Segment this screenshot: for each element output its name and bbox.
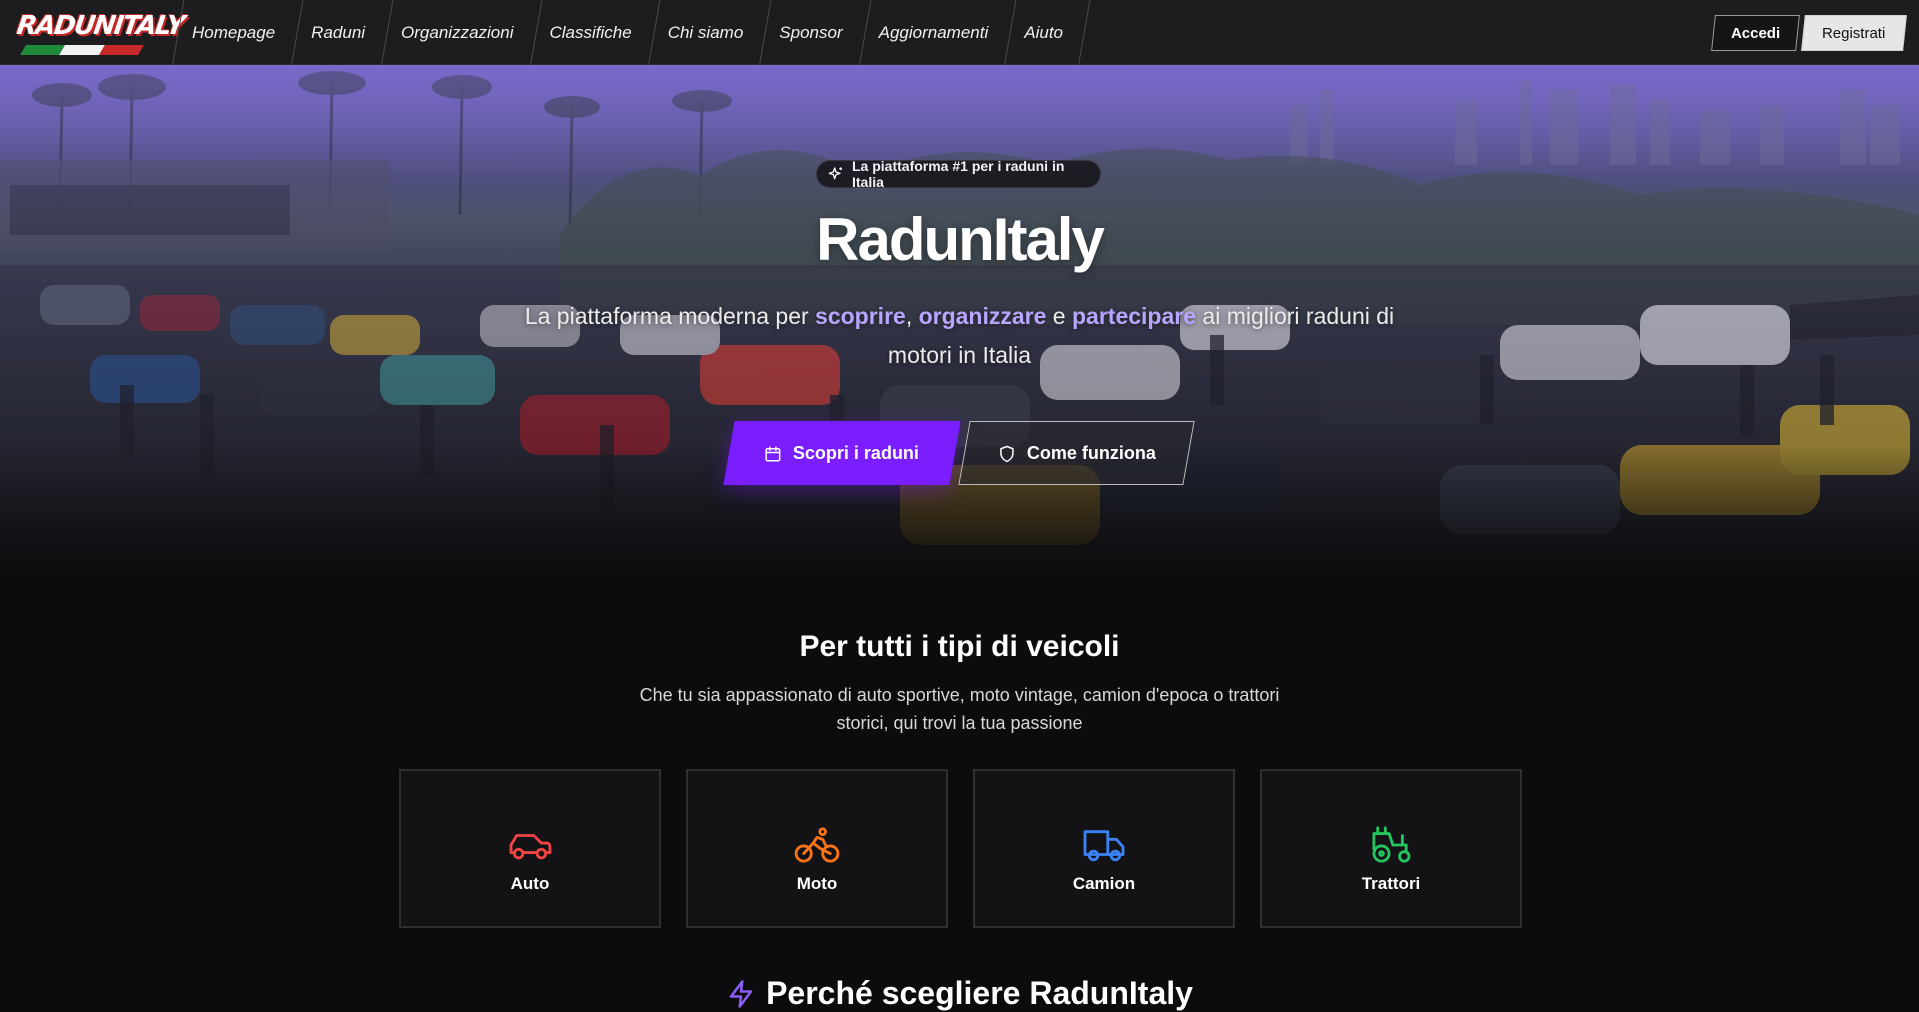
why-choose-section-title: Perché scegliere RadunItaly xyxy=(0,975,1919,1012)
nav-link-chi-siamo[interactable]: Chi siamo xyxy=(648,0,760,65)
shield-icon xyxy=(999,444,1014,462)
vehicle-card-label: Auto xyxy=(510,874,550,893)
main-nav: Homepage Raduni Organizzazioni Classific… xyxy=(172,0,1079,65)
discover-rallies-button[interactable]: Scopri i raduni xyxy=(723,421,961,485)
vehicle-card-auto[interactable]: Auto xyxy=(399,769,661,928)
register-button[interactable]: Registrati xyxy=(1801,15,1907,51)
car-icon xyxy=(509,834,552,860)
why-choose-title-text: Perché scegliere RadunItaly xyxy=(766,975,1193,1011)
register-button-label: Registrati xyxy=(1822,24,1886,42)
italian-flag-stripe xyxy=(20,45,144,55)
nav-link-aiuto[interactable]: Aiuto xyxy=(1004,0,1079,65)
tractor-icon xyxy=(1372,826,1411,863)
how-it-works-button[interactable]: Come funziona xyxy=(958,421,1195,485)
vehicles-section-description: Che tu sia appassionato di auto sportive… xyxy=(639,685,1280,733)
calendar-icon xyxy=(765,445,781,461)
discover-rallies-label: Scopri i raduni xyxy=(793,442,920,463)
nav-link-homepage[interactable]: Homepage xyxy=(172,0,291,65)
nav-link-classifiche[interactable]: Classifiche xyxy=(530,0,648,65)
login-button-label: Accedi xyxy=(1730,24,1781,42)
subtitle-text-3: e xyxy=(1046,303,1072,329)
nav-link-sponsor[interactable]: Sponsor xyxy=(759,0,858,65)
nav-link-aggiornamenti[interactable]: Aggiornamenti xyxy=(859,0,1005,65)
vehicle-card-label: Moto xyxy=(796,874,838,893)
vehicle-card-label: Camion xyxy=(1072,874,1136,893)
logo-text: RADUNITALY xyxy=(14,11,186,41)
hero-subtitle: La piattaforma moderna per scoprire, org… xyxy=(510,297,1409,375)
hero-section: La piattaforma #1 per i raduni in Italia… xyxy=(0,65,1919,580)
sparkles-icon xyxy=(828,167,842,180)
subtitle-text-1: La piattaforma moderna per xyxy=(524,303,816,329)
nav-link-organizzazioni[interactable]: Organizzazioni xyxy=(381,0,529,65)
subtitle-highlight-organizzare: organizzare xyxy=(918,303,1047,329)
nav-link-raduni[interactable]: Raduni xyxy=(291,0,381,65)
subtitle-highlight-partecipare: partecipare xyxy=(1072,303,1197,329)
vehicle-card-moto[interactable]: Moto xyxy=(686,769,948,928)
subtitle-text-2: , xyxy=(905,303,919,329)
vehicle-card-trattori[interactable]: Trattori xyxy=(1260,769,1522,928)
top-navbar: RADUNITALY Homepage Raduni Organizzazion… xyxy=(0,0,1919,65)
login-button[interactable]: Accedi xyxy=(1711,15,1800,51)
hero-title: RadunItaly xyxy=(816,206,1105,273)
vehicle-cards: Auto Moto Camion Trattori xyxy=(399,769,1522,928)
vehicles-section-title: Per tutti i tipi di veicoli xyxy=(799,630,1120,663)
vehicle-card-camion[interactable]: Camion xyxy=(973,769,1235,928)
vehicle-card-label: Trattori xyxy=(1361,874,1421,893)
bike-icon xyxy=(794,827,840,863)
how-it-works-label: Come funziona xyxy=(1026,442,1156,463)
subtitle-highlight-scoprire: scoprire xyxy=(815,303,906,329)
logo[interactable]: RADUNITALY xyxy=(15,9,186,57)
hero-badge: La piattaforma #1 per i raduni in Italia xyxy=(816,158,1101,190)
lightning-icon xyxy=(729,979,753,1008)
truck-icon xyxy=(1083,830,1125,862)
hero-badge-text: La piattaforma #1 per i raduni in Italia xyxy=(852,158,1065,190)
